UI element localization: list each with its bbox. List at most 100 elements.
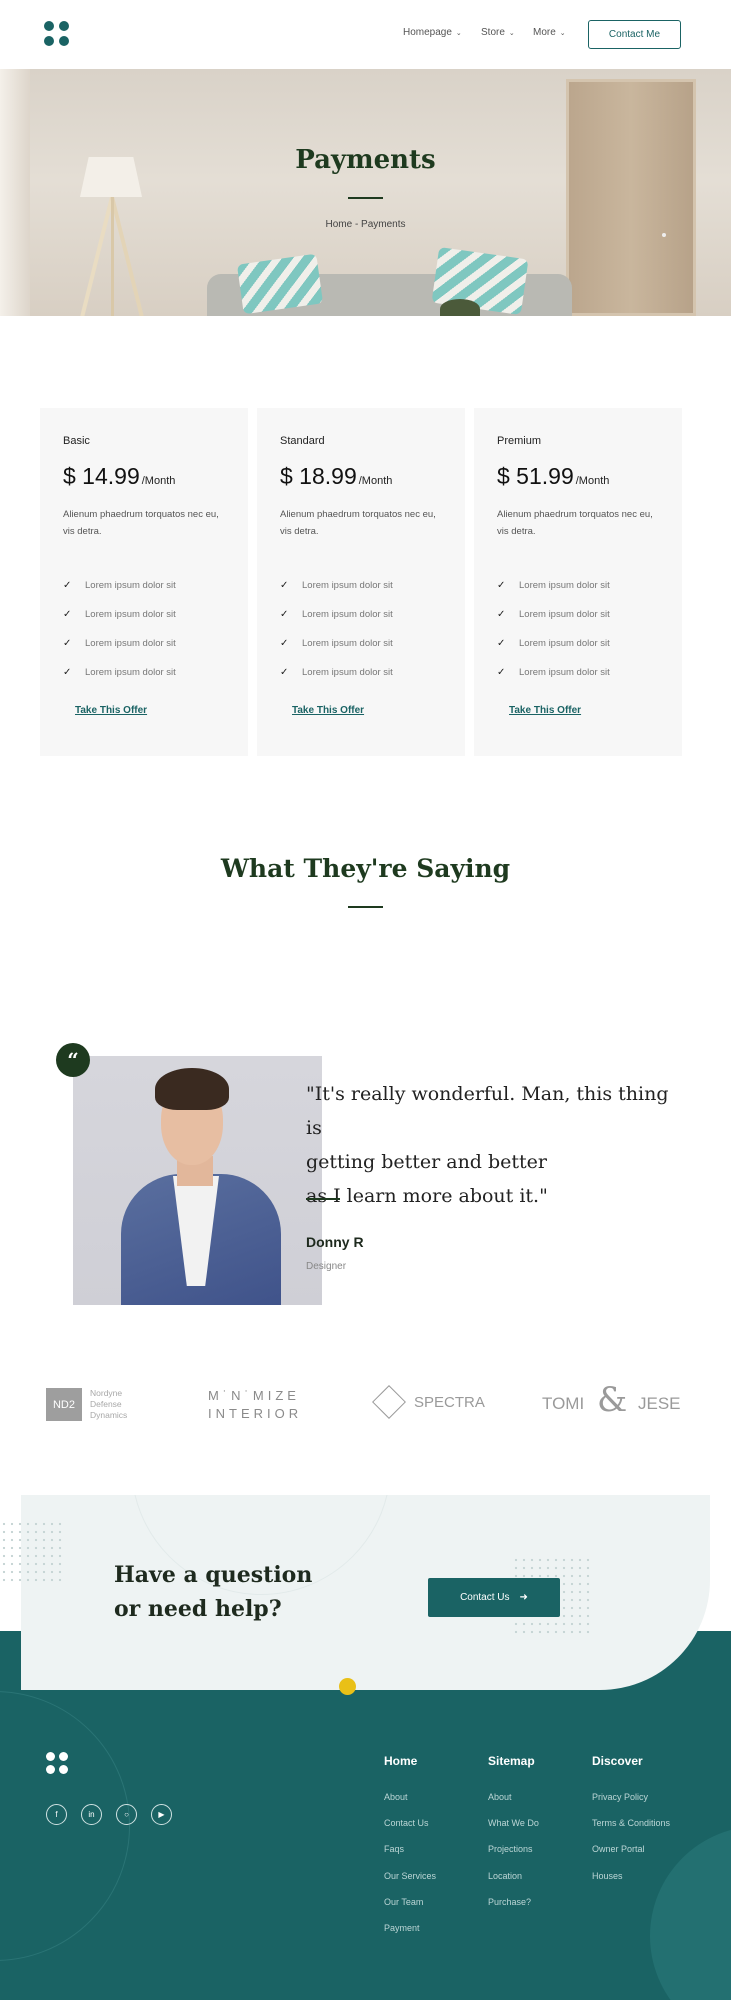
door-image bbox=[566, 79, 696, 316]
title-divider bbox=[348, 197, 383, 199]
feature-item: ✓ Lorem ipsum dolor sit bbox=[497, 638, 610, 649]
feature-item: ✓ Lorem ipsum dolor sit bbox=[280, 580, 393, 591]
price-amount: $ 14.99 bbox=[63, 463, 140, 489]
footer-link[interactable]: What We Do bbox=[488, 1818, 539, 1828]
plan-description: Alienum phaedrum torquatos nec eu, vis d… bbox=[280, 509, 436, 537]
nav-homepage[interactable]: Homepage ⌄ bbox=[403, 27, 462, 38]
feature-item: ✓ Lorem ipsum dolor sit bbox=[280, 609, 393, 620]
price-amount: $ 51.99 bbox=[497, 463, 574, 489]
chevron-down-icon: ⌄ bbox=[455, 29, 462, 37]
check-icon: ✓ bbox=[497, 638, 506, 649]
feature-item: ✓ Lorem ipsum dolor sit bbox=[63, 580, 176, 591]
nd2-logo-text: Nordyne Defense Dynamics bbox=[90, 1388, 128, 1420]
check-icon: ✓ bbox=[280, 638, 289, 649]
breadcrumb: Home - Payments bbox=[325, 219, 406, 230]
feature-item: ✓ Lorem ipsum dolor sit bbox=[497, 667, 610, 678]
linkedin-icon[interactable]: in bbox=[81, 1804, 102, 1825]
take-offer-link[interactable]: Take This Offer bbox=[292, 705, 364, 716]
check-icon: ✓ bbox=[280, 667, 289, 678]
feature-item: ✓ Lorem ipsum dolor sit bbox=[497, 580, 610, 591]
cta-title: Have a question or need help? bbox=[114, 1562, 313, 1622]
facebook-icon[interactable]: f bbox=[46, 1804, 67, 1825]
footer-link[interactable]: Purchase? bbox=[488, 1897, 531, 1907]
feature-item: ✓ Lorem ipsum dolor sit bbox=[497, 609, 610, 620]
plan-name: Standard bbox=[280, 435, 325, 447]
nav-label: Homepage bbox=[403, 27, 452, 38]
footer-link[interactable]: Privacy Policy bbox=[592, 1792, 648, 1802]
accent-dot bbox=[339, 1678, 356, 1695]
footer-link[interactable]: Houses bbox=[592, 1871, 623, 1881]
footer-col-home-title: Home bbox=[384, 1754, 418, 1768]
testimonial-photo bbox=[73, 1056, 322, 1305]
footer-col-discover-title: Discover bbox=[592, 1754, 643, 1768]
take-offer-link[interactable]: Take This Offer bbox=[509, 705, 581, 716]
feature-item: ✓ Lorem ipsum dolor sit bbox=[63, 638, 176, 649]
hero-banner-image bbox=[0, 69, 731, 316]
take-offer-link[interactable]: Take This Offer bbox=[75, 705, 147, 716]
check-icon: ✓ bbox=[63, 609, 72, 620]
quote-divider bbox=[306, 1198, 340, 1200]
plan-name: Premium bbox=[497, 435, 542, 447]
testimonial-author: Donny R bbox=[306, 1234, 364, 1250]
footer-link[interactable]: Our Services bbox=[384, 1871, 436, 1881]
feature-list: ✓ Lorem ipsum dolor sit ✓ Lorem ipsum dolo… bbox=[63, 571, 176, 687]
tomi-jese-logo-left: TOMI bbox=[542, 1394, 585, 1413]
check-icon: ✓ bbox=[497, 580, 506, 591]
arrow-right-icon: ➜ bbox=[519, 1592, 528, 1603]
check-icon: ✓ bbox=[497, 667, 506, 678]
contact-us-label: Contact Us bbox=[460, 1592, 510, 1603]
plan-description: Alienum phaedrum torquatos nec eu, vis d… bbox=[63, 509, 219, 537]
nd2-logo: ND2 bbox=[46, 1388, 82, 1421]
minimize-interior-logo: M˙N˙MIZE INTERIOR bbox=[208, 1388, 303, 1421]
check-icon: ✓ bbox=[63, 638, 72, 649]
footer-link[interactable]: Payment bbox=[384, 1923, 420, 1933]
footer-link[interactable]: Projections bbox=[488, 1844, 533, 1854]
price-amount: $ 18.99 bbox=[280, 463, 357, 489]
nav-label: Store bbox=[481, 27, 505, 38]
chevron-down-icon: ⌄ bbox=[508, 29, 515, 37]
footer-logo-icon[interactable] bbox=[46, 1752, 68, 1774]
feature-item: ✓ Lorem ipsum dolor sit bbox=[280, 638, 393, 649]
youtube-icon[interactable]: ▶ bbox=[151, 1804, 172, 1825]
nav-store[interactable]: Store ⌄ bbox=[481, 27, 515, 38]
testimonials-title: What They're Saying bbox=[220, 854, 511, 883]
contact-us-button[interactable]: Contact Us ➜ bbox=[428, 1578, 560, 1617]
footer-link[interactable]: Location bbox=[488, 1871, 522, 1881]
dot-pattern bbox=[0, 1520, 64, 1584]
footer-link[interactable]: About bbox=[384, 1792, 408, 1802]
site-header: Homepage ⌄ Store ⌄ More ⌄ Contact Me bbox=[0, 0, 731, 69]
footer-link[interactable]: Owner Portal bbox=[592, 1844, 645, 1854]
logo-icon[interactable] bbox=[44, 21, 70, 47]
title-divider bbox=[348, 906, 383, 908]
quote-icon: “ bbox=[56, 1043, 90, 1077]
pricing-card-basic: Basic $ 14.99 /Month Alienum phaedrum to… bbox=[40, 408, 248, 756]
footer-col-sitemap-title: Sitemap bbox=[488, 1754, 535, 1768]
footer-link[interactable]: Contact Us bbox=[384, 1818, 429, 1828]
footer-link[interactable]: Terms & Conditions bbox=[592, 1818, 670, 1828]
page-title: Payments bbox=[295, 145, 436, 175]
footer-link[interactable]: Faqs bbox=[384, 1844, 404, 1854]
feature-list: ✓ Lorem ipsum dolor sit ✓ Lorem ipsum dolo… bbox=[280, 571, 393, 687]
footer-link[interactable]: About bbox=[488, 1792, 512, 1802]
ampersand-mark: & bbox=[597, 1380, 628, 1420]
plan-name: Basic bbox=[63, 435, 90, 447]
plan-price: $ 18.99 /Month bbox=[280, 463, 392, 490]
feature-item: ✓ Lorem ipsum dolor sit bbox=[63, 667, 176, 678]
spectra-diamond-icon bbox=[372, 1385, 406, 1419]
plan-price: $ 14.99 /Month bbox=[63, 463, 175, 490]
contact-me-button[interactable]: Contact Me bbox=[588, 20, 681, 49]
check-icon: ✓ bbox=[280, 580, 289, 591]
price-period: /Month bbox=[575, 475, 610, 487]
nav-label: More bbox=[533, 27, 556, 38]
pricing-card-standard: Standard $ 18.99 /Month Alienum phaedrum… bbox=[257, 408, 465, 756]
instagram-icon[interactable]: ○ bbox=[116, 1804, 137, 1825]
testimonial-role: Designer bbox=[306, 1261, 347, 1272]
feature-item: ✓ Lorem ipsum dolor sit bbox=[63, 609, 176, 620]
chevron-down-icon: ⌄ bbox=[559, 29, 566, 37]
nav-more[interactable]: More ⌄ bbox=[533, 27, 566, 38]
footer-link[interactable]: Our Team bbox=[384, 1897, 423, 1907]
price-period: /Month bbox=[358, 475, 393, 487]
testimonial-quote: "It's really wonderful. Man, this thing … bbox=[306, 1083, 669, 1207]
check-icon: ✓ bbox=[63, 580, 72, 591]
spectra-logo: SPECTRA bbox=[414, 1394, 485, 1411]
